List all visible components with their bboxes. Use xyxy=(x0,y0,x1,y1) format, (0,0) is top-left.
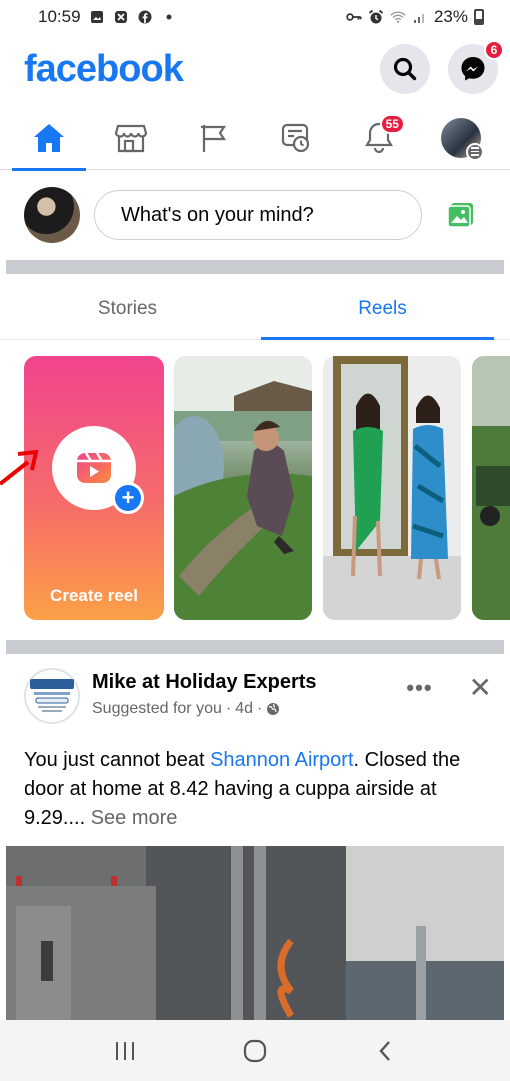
notifications-badge: 55 xyxy=(379,113,405,134)
page-logo-image xyxy=(30,679,74,712)
meta-separator: · xyxy=(225,700,232,717)
add-reel-button[interactable]: + xyxy=(112,482,144,514)
shannon-airport-link[interactable]: Shannon Airport xyxy=(210,749,353,771)
search-icon xyxy=(393,57,417,81)
see-more-link[interactable]: See more xyxy=(91,807,178,829)
airport-terminal-photo xyxy=(6,846,504,1020)
memories-icon xyxy=(282,123,310,152)
plus-icon: + xyxy=(115,485,141,511)
marketplace-icon xyxy=(115,124,148,152)
messenger-button[interactable]: 6 xyxy=(448,40,504,94)
back-button[interactable] xyxy=(355,1031,415,1071)
more-options-icon[interactable]: ••• xyxy=(406,675,432,701)
tab-stories[interactable]: Stories xyxy=(0,278,255,339)
reel-thumbnail[interactable] xyxy=(174,356,312,620)
stories-reels-tabs: Stories Reels xyxy=(0,278,510,340)
post-time[interactable]: 4d xyxy=(235,700,253,718)
post-header: Mike at Holiday Experts Suggested for yo… xyxy=(0,656,510,732)
vpn-key-icon xyxy=(346,9,362,25)
tab-marketplace[interactable] xyxy=(92,106,170,170)
tab-pages[interactable] xyxy=(175,106,253,170)
menu-icon xyxy=(465,142,484,161)
post-composer: What's on your mind? xyxy=(0,172,510,258)
tab-reels[interactable]: Reels xyxy=(255,278,510,340)
header-actions: 6 xyxy=(380,40,504,94)
gallery-notification-icon xyxy=(89,9,105,25)
post-author[interactable]: Mike at Holiday Experts xyxy=(92,671,406,694)
back-icon xyxy=(379,1040,390,1061)
create-reel-label: Create reel xyxy=(50,586,138,605)
facebook-notification-icon xyxy=(137,9,153,25)
alarm-icon xyxy=(368,9,384,25)
more-notifications-dot-icon xyxy=(161,9,177,25)
section-divider xyxy=(6,260,504,274)
post-meta: Mike at Holiday Experts Suggested for yo… xyxy=(92,668,406,718)
post-text-start: You just cannot beat xyxy=(24,749,211,771)
tab-menu[interactable] xyxy=(422,106,500,170)
signal-icon xyxy=(412,9,428,25)
photo-icon xyxy=(447,203,473,228)
globe-icon xyxy=(267,703,280,715)
recent-apps-button[interactable] xyxy=(95,1031,155,1071)
flag-icon xyxy=(200,124,226,152)
post-text: You just cannot beat Shannon Airport. Cl… xyxy=(24,746,490,833)
photo-button[interactable] xyxy=(436,201,486,229)
recent-apps-icon xyxy=(116,1041,134,1060)
search-button[interactable] xyxy=(380,44,430,94)
meta-separator: · xyxy=(257,700,263,717)
tab-notifications[interactable]: 55 xyxy=(340,106,418,170)
status-right: 23% xyxy=(346,7,484,27)
system-nav-bar xyxy=(0,1020,510,1081)
post-actions: ••• ✕ xyxy=(406,668,492,702)
page-avatar[interactable] xyxy=(24,668,80,724)
post-image[interactable] xyxy=(6,846,504,1020)
red-arrow-annotation xyxy=(0,449,39,486)
section-divider xyxy=(6,640,504,654)
status-time: 10:59 xyxy=(38,7,81,26)
user-avatar[interactable] xyxy=(24,187,80,243)
reels-strip: + Create reel xyxy=(0,356,510,620)
tab-home[interactable] xyxy=(10,106,88,171)
status-bar: 10:59 23% xyxy=(0,0,510,34)
messenger-icon xyxy=(461,57,485,81)
reel-thumbnail[interactable] xyxy=(323,356,461,620)
messenger-badge: 6 xyxy=(484,40,504,60)
create-reel-card[interactable]: + Create reel xyxy=(24,356,164,620)
main-nav: 55 xyxy=(0,106,510,171)
status-left: 10:59 xyxy=(38,7,177,27)
home-icon xyxy=(34,123,64,152)
reels-icon xyxy=(77,452,111,483)
home-circle-icon xyxy=(243,1039,267,1062)
close-icon[interactable]: ✕ xyxy=(469,674,492,702)
reel-image-field xyxy=(472,356,510,620)
suggested-label: Suggested for you xyxy=(92,700,222,717)
wifi-icon xyxy=(390,9,406,25)
battery-percent: 23% xyxy=(433,7,468,26)
tab-memories[interactable] xyxy=(257,106,335,170)
reel-image-two-women xyxy=(323,356,461,620)
whats-on-your-mind-input[interactable]: What's on your mind? xyxy=(94,190,422,240)
facebook-logo[interactable]: facebook xyxy=(24,48,184,91)
create-reel-circle: + xyxy=(52,426,144,514)
profile-avatar xyxy=(440,117,484,161)
reel-image-fisherman xyxy=(174,356,312,620)
blocked-notification-icon xyxy=(113,9,129,25)
app-header: facebook 6 xyxy=(0,36,510,102)
post-subtitle: Suggested for you · 4d · xyxy=(92,700,406,718)
home-system-button[interactable] xyxy=(225,1031,285,1071)
reel-thumbnail[interactable] xyxy=(472,356,510,620)
battery-icon xyxy=(474,9,484,25)
